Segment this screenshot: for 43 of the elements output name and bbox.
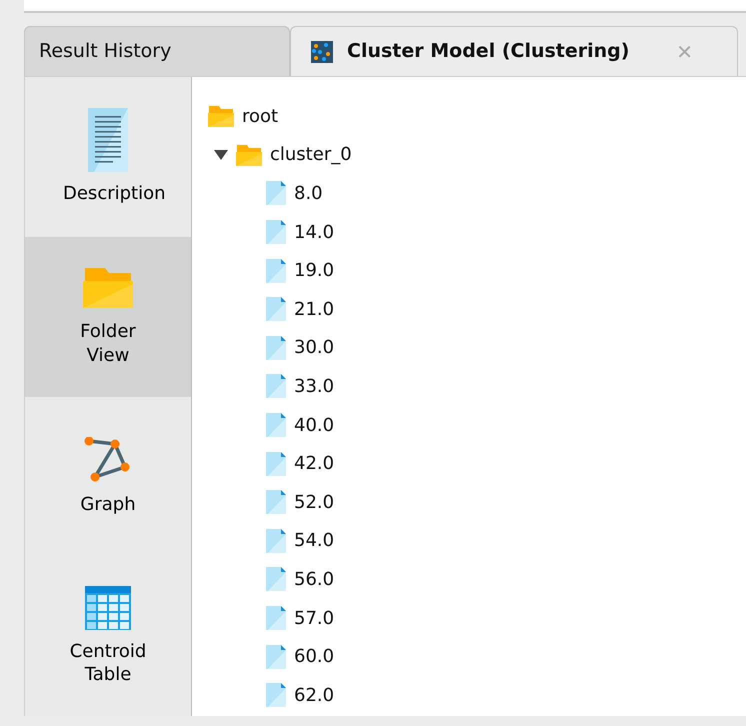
tree-item-label[interactable]: 62.0	[294, 682, 334, 709]
tree-item-label[interactable]: 21.0	[294, 296, 334, 323]
file-icon	[266, 606, 286, 630]
file-icon	[266, 374, 286, 398]
tree-item-label[interactable]: 60.0	[294, 643, 334, 670]
tree-item-label[interactable]: cluster_0	[270, 141, 352, 168]
tree-item-label[interactable]: 54.0	[294, 527, 334, 554]
sidebar-item[interactable]: Folder View	[25, 236, 191, 396]
table-icon	[85, 586, 131, 630]
file-icon	[266, 181, 286, 206]
file-icon	[266, 528, 286, 553]
cluster-model-icon	[311, 40, 333, 62]
tree-item-label[interactable]: 52.0	[294, 488, 334, 516]
tree-item-label[interactable]: 14.0	[294, 218, 334, 246]
tree-item-label[interactable]: 57.0	[294, 604, 334, 632]
tree-item-label[interactable]: 40.0	[294, 412, 334, 439]
tab[interactable]: Result History	[24, 26, 290, 76]
tree-item-label[interactable]: root	[242, 102, 278, 130]
document-icon	[88, 108, 128, 172]
tree-item-label[interactable]: 42.0	[294, 450, 334, 478]
folder-icon	[83, 266, 133, 310]
folder-icon	[208, 105, 234, 128]
file-icon	[266, 336, 286, 360]
folder-icon	[236, 144, 262, 166]
file-icon	[266, 258, 286, 283]
tree-item-label[interactable]: 30.0	[294, 334, 334, 362]
tab[interactable]: Cluster Model (Clustering) ✕	[290, 26, 738, 76]
sidebar-item[interactable]: Graph	[25, 396, 191, 556]
tree-item-label[interactable]: 19.0	[294, 257, 334, 284]
file-icon	[266, 297, 286, 322]
file-icon	[266, 683, 286, 708]
file-icon	[266, 567, 286, 592]
tree-item-label[interactable]: 33.0	[294, 372, 334, 400]
tree-item-label[interactable]: 56.0	[294, 566, 334, 593]
sidebar-item[interactable]: Description	[25, 77, 191, 237]
expand-arrow-icon[interactable]	[214, 150, 228, 160]
file-icon	[266, 220, 286, 244]
file-icon	[266, 644, 286, 669]
file-icon	[266, 490, 286, 514]
sidebar-item[interactable]: Centroid Table	[25, 556, 191, 716]
file-icon	[266, 452, 286, 476]
tree-item-label[interactable]: 8.0	[294, 180, 323, 207]
file-icon	[266, 413, 286, 438]
